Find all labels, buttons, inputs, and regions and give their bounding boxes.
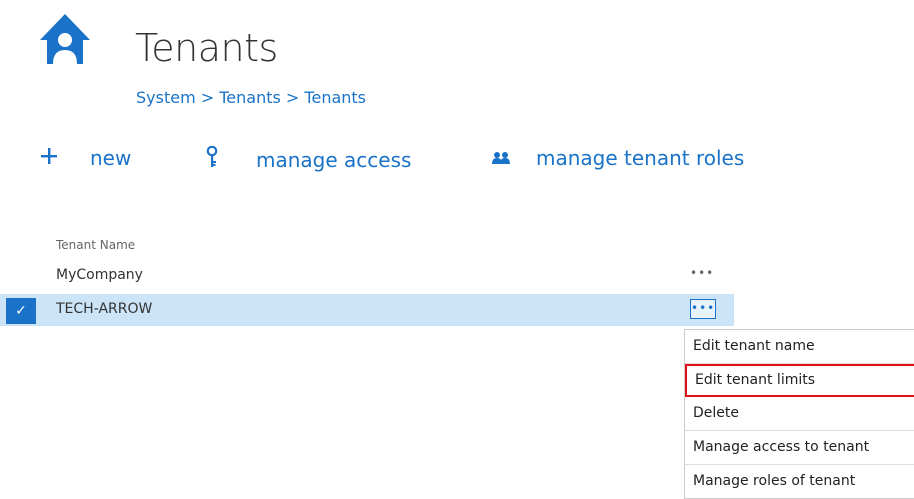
manage-access-button[interactable]: manage access — [206, 145, 412, 173]
checkmark-icon[interactable]: ✓ — [6, 298, 36, 324]
more-options-button[interactable]: ••• — [690, 299, 716, 319]
key-icon — [206, 145, 218, 173]
table-row[interactable]: MyCompany ••• — [0, 260, 914, 292]
context-menu: Edit tenant name Edit tenant limits Dele… — [684, 329, 914, 499]
plus-icon — [40, 146, 58, 170]
column-header-tenant-name[interactable]: Tenant Name — [56, 238, 135, 252]
menu-item-edit-tenant-limits[interactable]: Edit tenant limits — [685, 364, 914, 397]
tenant-name-cell: TECH-ARROW — [56, 301, 153, 317]
new-label: new — [90, 146, 132, 170]
menu-item-delete[interactable]: Delete — [685, 397, 914, 431]
manage-tenant-roles-label: manage tenant roles — [536, 146, 745, 170]
menu-item-edit-tenant-name[interactable]: Edit tenant name — [685, 330, 914, 364]
tenant-name-cell: MyCompany — [56, 267, 143, 283]
menu-item-manage-access-to-tenant[interactable]: Manage access to tenant — [685, 431, 914, 465]
more-options-button[interactable]: ••• — [690, 266, 714, 284]
menu-item-manage-roles-of-tenant[interactable]: Manage roles of tenant — [685, 465, 914, 498]
home-icon — [40, 14, 90, 64]
manage-access-label: manage access — [256, 147, 412, 172]
page-title: Tenants — [135, 26, 278, 70]
manage-tenant-roles-button[interactable]: manage tenant roles — [492, 146, 744, 170]
breadcrumb[interactable]: System > Tenants > Tenants — [136, 88, 366, 107]
table-row-selected[interactable]: ✓ TECH-ARROW ••• — [0, 294, 734, 326]
users-icon — [492, 146, 510, 170]
new-button[interactable]: new — [40, 146, 131, 170]
